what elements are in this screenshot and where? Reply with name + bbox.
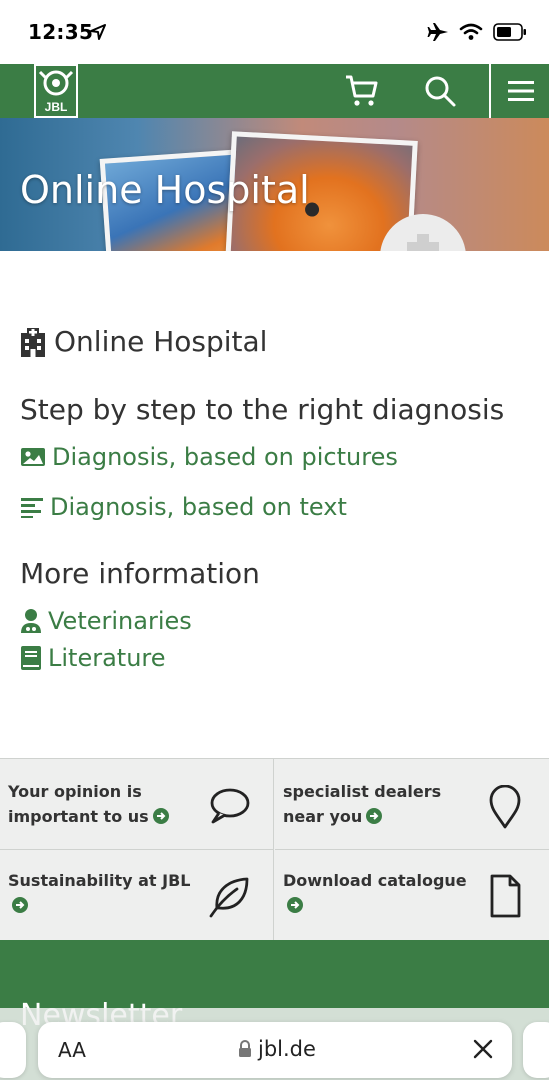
lock-icon (239, 1040, 251, 1057)
literature-link[interactable]: Literature (20, 644, 166, 672)
diagnosis-pictures-label: Diagnosis, based on pictures (52, 443, 398, 471)
airplane-icon (427, 23, 448, 41)
hospital-title: Online Hospital (54, 325, 268, 358)
menu-button[interactable] (502, 72, 540, 110)
address-bar[interactable]: AA jbl.de (38, 1022, 512, 1078)
hamburger-menu-icon (508, 81, 534, 101)
arrow-right-circle-icon (366, 808, 383, 824)
reader-settings-button[interactable]: AA (58, 1038, 86, 1062)
more-info-heading: More information (20, 557, 260, 590)
book-icon (21, 646, 41, 670)
cart-button[interactable] (343, 72, 381, 110)
arrow-right-circle-icon (152, 808, 169, 824)
hero-title: Online Hospital (20, 168, 310, 212)
browser-toolbar: AA jbl.de (0, 1008, 549, 1080)
leaf-icon (209, 877, 249, 918)
medical-cross-icon (407, 234, 439, 251)
speech-bubble-icon (210, 788, 250, 824)
next-tab-edge[interactable] (523, 1022, 549, 1078)
text-lines-icon (21, 498, 43, 518)
fish-logo-icon (38, 70, 74, 96)
site-header: JBL (0, 64, 549, 118)
diagnosis-text-link[interactable]: Diagnosis, based on text (20, 493, 347, 521)
diagnosis-text-label: Diagnosis, based on text (50, 493, 347, 521)
status-bar: 12:35 (0, 0, 549, 64)
hospital-building-icon (21, 327, 45, 357)
veterinaries-label: Veterinaries (48, 607, 192, 635)
status-time: 12:35 (28, 20, 94, 44)
catalogue-text: Download catalogue (283, 868, 483, 918)
dealers-cell[interactable]: specialist dealers near you (275, 759, 549, 850)
step-heading: Step by step to the right diagnosis (20, 393, 504, 426)
previous-tab-edge[interactable] (0, 1022, 26, 1078)
map-pin-icon (489, 785, 521, 829)
opinion-text: Your opinion is important to us (8, 779, 188, 829)
header-divider (489, 64, 491, 118)
veterinaries-link[interactable]: Veterinaries (20, 607, 192, 635)
hospital-heading: Online Hospital (20, 325, 267, 358)
diagnosis-pictures-link[interactable]: Diagnosis, based on pictures (20, 443, 398, 471)
sustainability-text: Sustainability at JBL (8, 868, 208, 918)
close-icon[interactable] (472, 1038, 494, 1060)
cart-icon (346, 75, 378, 106)
arrow-right-circle-icon (12, 897, 28, 913)
search-icon (425, 76, 456, 107)
url-display[interactable]: jbl.de (238, 1037, 316, 1061)
status-indicators (427, 22, 527, 42)
url-text: jbl.de (258, 1037, 316, 1061)
jbl-logo[interactable]: JBL (34, 64, 78, 118)
dealers-text: specialist dealers near you (283, 782, 442, 826)
search-button[interactable] (421, 72, 459, 110)
sustainability-cell[interactable]: Sustainability at JBL (0, 850, 274, 941)
info-grid: Your opinion is important to us speciali… (0, 758, 549, 941)
document-icon (490, 874, 521, 918)
step-title: Step by step to the right diagnosis (20, 393, 505, 426)
location-arrow-icon (90, 24, 106, 40)
more-info-title: More information (20, 557, 260, 590)
catalogue-cell[interactable]: Download catalogue (275, 850, 549, 941)
literature-label: Literature (48, 644, 166, 672)
battery-icon (493, 23, 526, 41)
logo-text: JBL (44, 100, 68, 114)
arrow-right-circle-icon (287, 897, 303, 913)
wifi-icon (459, 23, 483, 40)
hero-banner: Online Hospital (0, 118, 549, 251)
opinion-cell[interactable]: Your opinion is important to us (0, 759, 274, 850)
doctor-icon (21, 609, 41, 633)
image-icon (21, 448, 45, 466)
